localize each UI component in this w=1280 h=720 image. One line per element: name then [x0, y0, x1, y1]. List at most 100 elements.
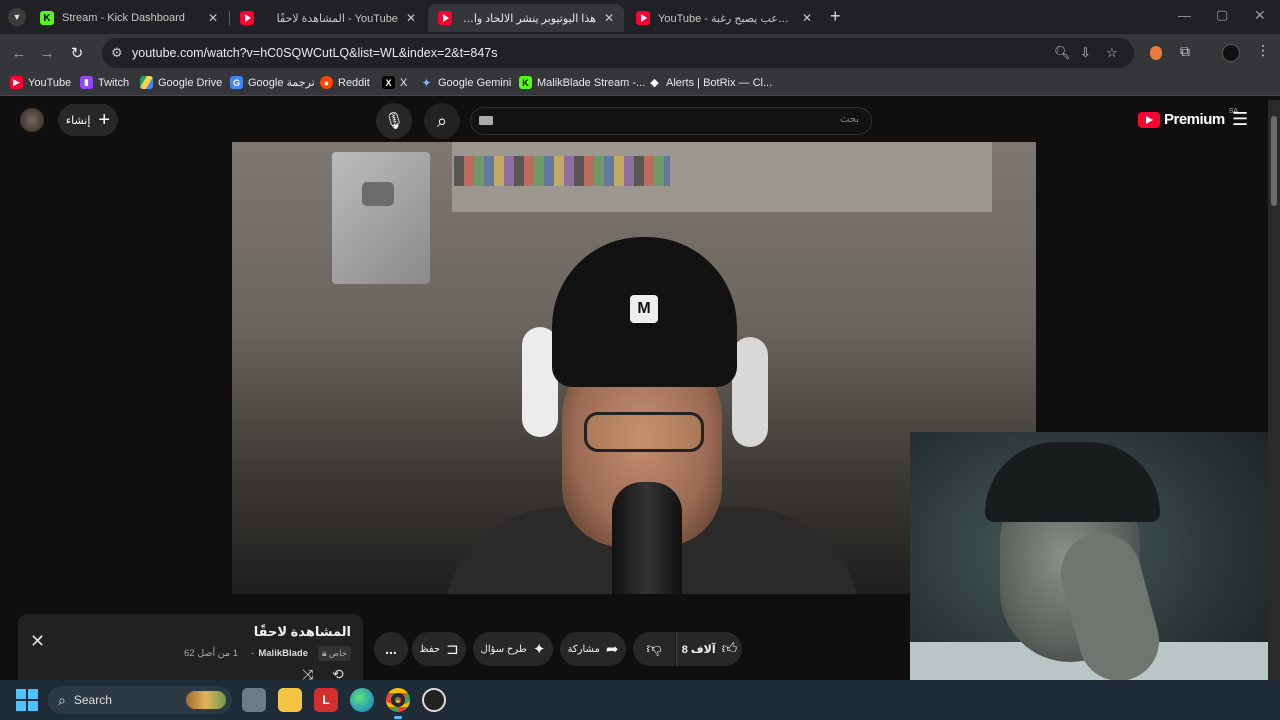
youtube-logo[interactable]: Premium SA: [1138, 108, 1238, 128]
plus-icon: +: [98, 108, 111, 131]
tab-strip: ▼ K Stream - Kick Dashboard ✕ YouTube - …: [0, 0, 1280, 34]
video-frame-color-chart: [454, 156, 670, 186]
playlist-owner[interactable]: MalikBlade: [258, 648, 308, 659]
close-icon[interactable]: ✕: [208, 11, 218, 25]
playlist-title[interactable]: المشاهدة لاحقًا: [254, 624, 351, 640]
logo-text: Premium: [1164, 111, 1225, 128]
window-close-button[interactable]: ✕: [1254, 7, 1266, 24]
bookmark-twitch[interactable]: ▮ Twitch: [80, 76, 129, 89]
bookmark-google-drive[interactable]: Google Drive: [140, 76, 222, 89]
ask-label: طرح سؤال: [480, 643, 527, 655]
tab-watch-later[interactable]: YouTube - المشاهدة لاحقًا ✕: [230, 4, 426, 32]
youtube-icon: [636, 11, 650, 25]
close-icon[interactable]: ✕: [406, 11, 416, 25]
maximize-button[interactable]: ▢: [1216, 7, 1228, 23]
bookmark-x[interactable]: X X: [382, 76, 407, 89]
close-icon[interactable]: ✕: [604, 11, 614, 25]
close-icon: ✕: [30, 631, 46, 651]
thumbs-up-icon: 👍︎: [721, 640, 738, 657]
new-tab-button[interactable]: +: [830, 6, 841, 27]
task-view-icon[interactable]: [242, 688, 266, 712]
create-label: إنشاء: [65, 114, 91, 127]
thumbs-down-icon: 👎︎: [646, 640, 662, 657]
minimize-button[interactable]: —: [1178, 8, 1191, 23]
search-placeholder: بحث: [839, 114, 859, 125]
taskbar-search[interactable]: ⌕ Search: [48, 686, 232, 714]
install-app-icon[interactable]: ⇩: [1080, 45, 1091, 61]
video-frame-person: M: [442, 237, 862, 594]
search-button[interactable]: ⌕: [424, 103, 460, 139]
chrome-icon[interactable]: [386, 688, 410, 712]
more-icon: ...: [385, 641, 397, 657]
youtube-header: إنشاء + 🎙︎ ⌕ بحث Premium SA ☰: [0, 96, 1268, 144]
obs-icon[interactable]: [422, 688, 446, 712]
gemini-icon: ✦: [421, 75, 432, 90]
tab-search-button[interactable]: ▼: [8, 8, 26, 26]
tab-kick-dashboard[interactable]: K Stream - Kick Dashboard ✕: [30, 4, 228, 32]
share-button[interactable]: مشاركة ➦: [560, 632, 626, 666]
site-info-icon[interactable]: ⚙: [111, 45, 123, 61]
profile-avatar[interactable]: [1222, 44, 1240, 62]
edge-icon[interactable]: [350, 688, 374, 712]
more-actions-button[interactable]: ...: [374, 632, 408, 666]
address-bar[interactable]: ⚙ youtube.com/watch?v=hC0SQWCutLQ&list=W…: [102, 38, 1134, 68]
bookmark-malikblade-stream[interactable]: K MalikBlade Stream -...: [519, 76, 645, 89]
forward-button[interactable]: →: [36, 42, 58, 64]
search-icon: ⌕: [436, 110, 448, 131]
bookmark-youtube[interactable]: ▶ YouTube: [10, 76, 71, 89]
scrollbar-thumb[interactable]: [1271, 116, 1277, 206]
keyboard-icon[interactable]: [479, 116, 493, 125]
extensions-puzzle-icon[interactable]: ⧉: [1180, 43, 1190, 60]
reload-button[interactable]: ↻: [66, 42, 88, 64]
channel-avatar[interactable]: [20, 108, 44, 132]
tab-title: Stream - Kick Dashboard: [62, 12, 185, 24]
twitch-icon: ▮: [80, 76, 93, 89]
start-button[interactable]: [16, 689, 38, 711]
guide-menu-button[interactable]: ☰: [1232, 109, 1248, 130]
zoom-icon[interactable]: 🔍︎: [1054, 45, 1071, 61]
browser-menu-icon[interactable]: ⋮: [1256, 42, 1270, 59]
like-count: 8 آلاف: [681, 643, 716, 656]
windows-icon: [16, 689, 26, 699]
bookmark-reddit[interactable]: ● Reddit: [320, 76, 370, 89]
x-icon: X: [382, 76, 395, 89]
share-icon: ➦: [605, 641, 619, 658]
create-button[interactable]: إنشاء +: [58, 104, 118, 136]
tab-current-video[interactable]: هذا اليوتيوبر ينشر الالحاد والشذو... ✕: [428, 4, 624, 32]
bookmark-google-gemini[interactable]: ✦ Google Gemini: [420, 75, 511, 90]
close-icon[interactable]: ✕: [802, 11, 812, 25]
page-scrollbar[interactable]: [1268, 100, 1280, 680]
bookmark-google-translate[interactable]: G Google ترجمة: [230, 76, 315, 89]
extension-icon[interactable]: [1150, 46, 1162, 60]
save-button[interactable]: حفظ ⊐: [412, 632, 466, 666]
arrow-left-icon: ←: [11, 44, 27, 62]
reddit-icon: ●: [320, 76, 333, 89]
tab-horror-video[interactable]: YouTube - لما الرعب يصبح رغبة... ✕: [626, 4, 822, 32]
active-app-indicator: [394, 716, 402, 719]
search-input[interactable]: بحث: [470, 107, 872, 135]
translate-icon: G: [230, 76, 243, 89]
back-button[interactable]: ←: [8, 42, 30, 64]
dislike-button[interactable]: 👎︎: [633, 632, 675, 666]
microphone-icon: 🎙︎: [383, 113, 405, 130]
playlist-panel[interactable]: المشاهدة لاحقًا 🔒︎ خاص 1 من أصل 62 - Mal…: [18, 614, 363, 684]
like-button[interactable]: 8 آلاف 👍︎: [676, 632, 742, 666]
kick-icon: K: [519, 76, 532, 89]
share-label: مشاركة: [567, 643, 600, 655]
close-playlist-button[interactable]: ✕: [30, 631, 45, 652]
drive-icon: [140, 76, 153, 89]
url-text[interactable]: youtube.com/watch?v=hC0SQWCutLQ&list=WL&…: [132, 46, 497, 60]
bookmark-star-icon[interactable]: ☆: [1106, 45, 1118, 61]
webcam-overlay: [910, 432, 1280, 720]
kick-icon: K: [40, 11, 54, 25]
voice-search-button[interactable]: 🎙︎: [376, 103, 412, 139]
file-explorer-icon[interactable]: [278, 688, 302, 712]
app-l-icon[interactable]: L: [314, 688, 338, 712]
bookmark-label: Alerts | BotRix — Cl...: [666, 76, 773, 89]
bookmark-label: Reddit: [338, 76, 370, 89]
bookmark-botrix-alerts[interactable]: ◆ Alerts | BotRix — Cl...: [648, 76, 773, 90]
youtube-icon: [1138, 111, 1160, 128]
arrow-right-icon: →: [39, 44, 55, 62]
lock-icon: 🔒︎: [321, 648, 327, 658]
ask-button[interactable]: طرح سؤال ✦: [473, 632, 553, 666]
